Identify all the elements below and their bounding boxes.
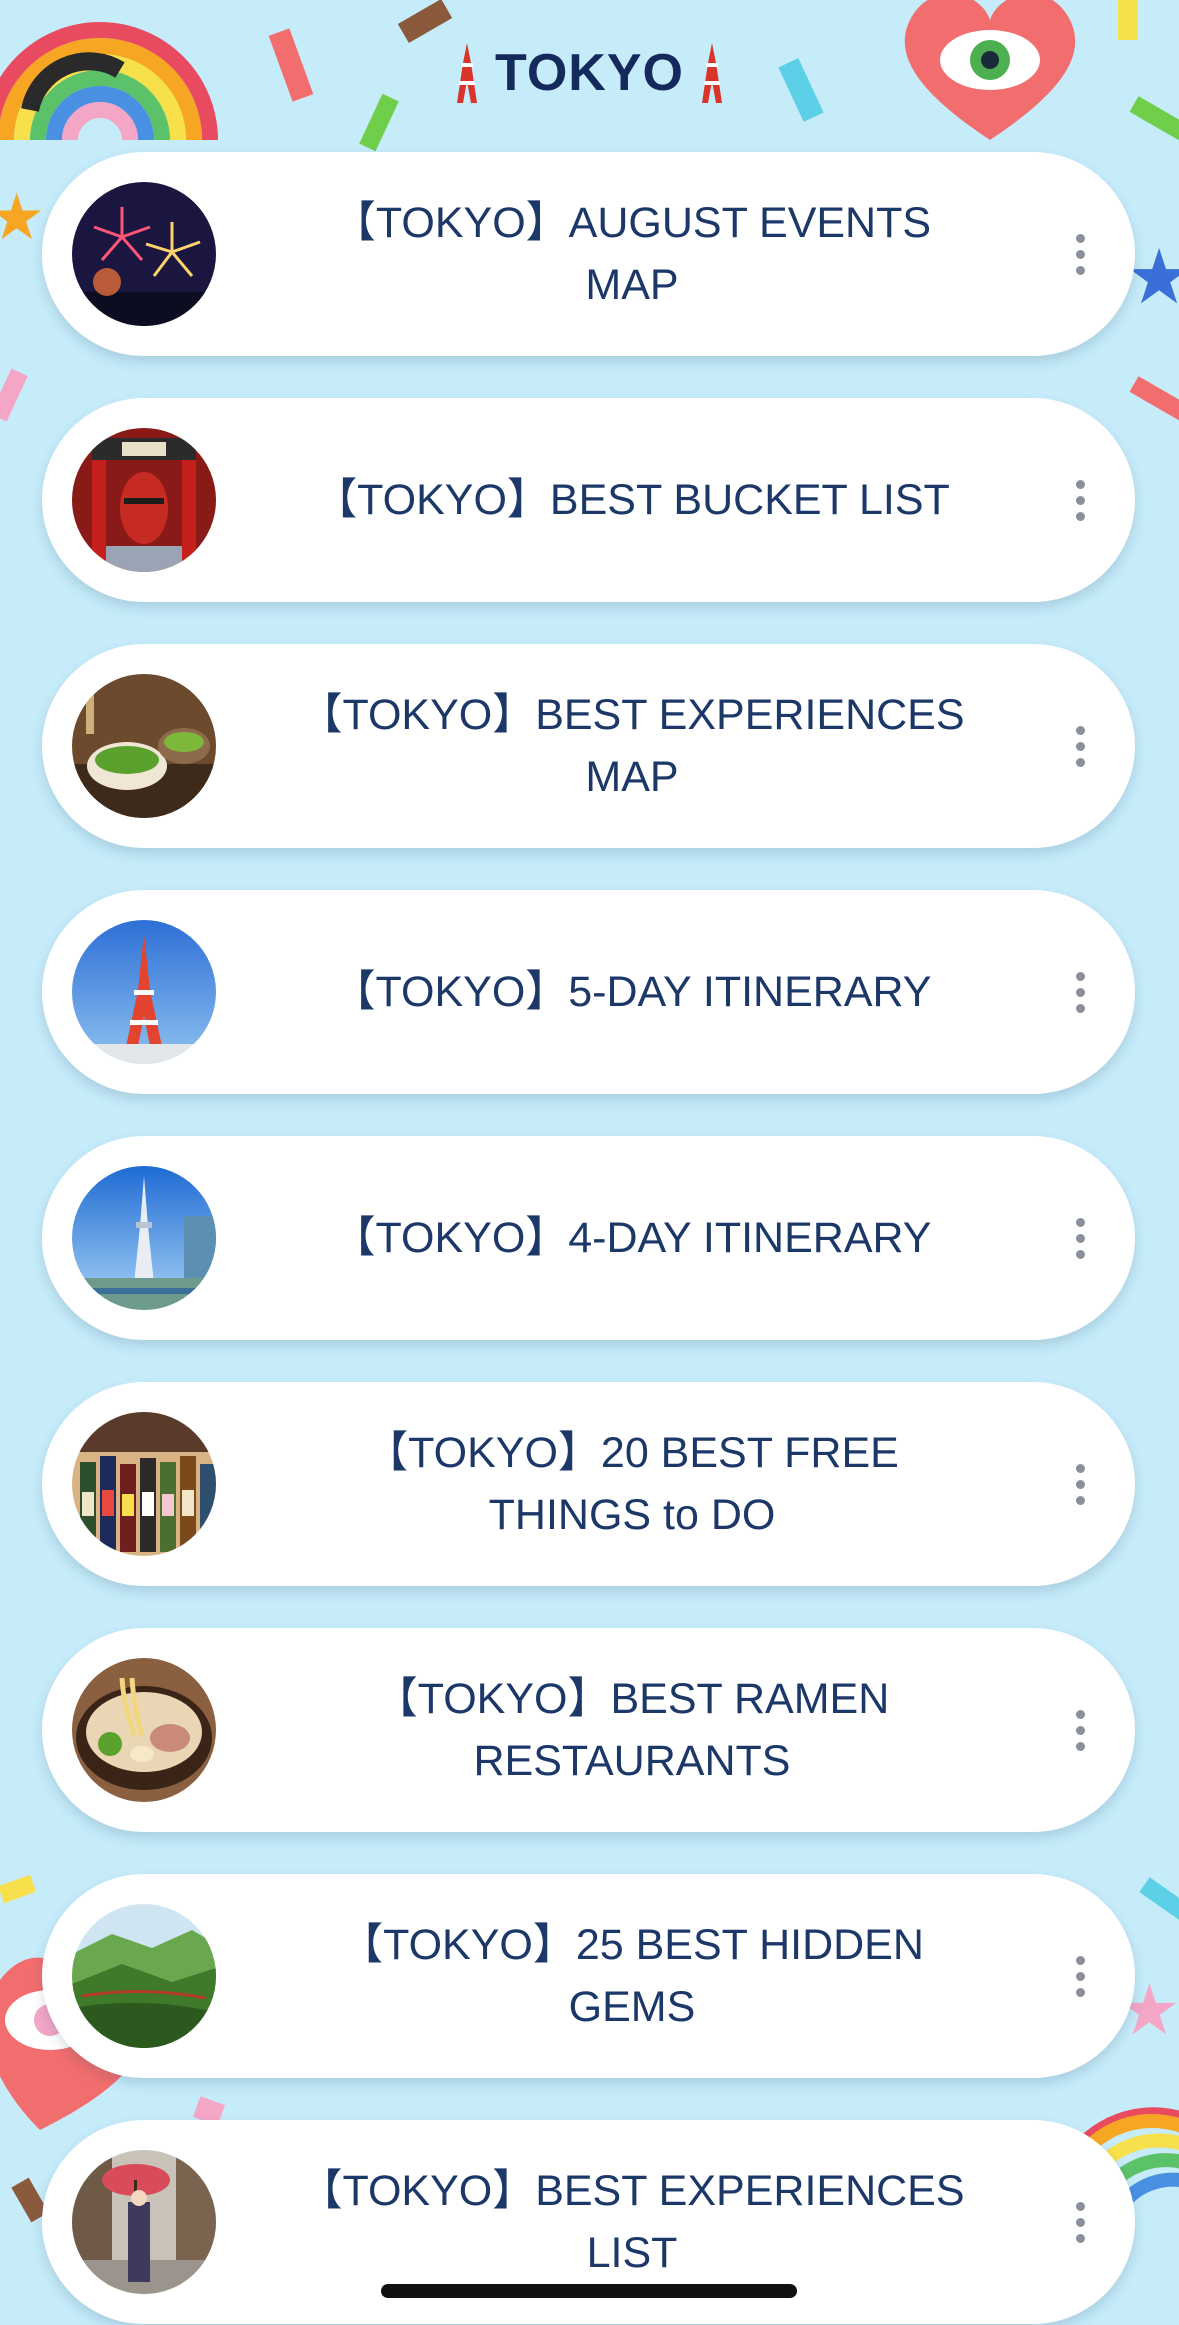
page-title: TOKYO xyxy=(495,44,684,102)
confetti-piece xyxy=(1129,376,1179,422)
more-options-icon[interactable] xyxy=(1065,470,1095,530)
tokyo-tower-thumbnail xyxy=(72,920,216,1064)
tokyo-tower-icon xyxy=(457,43,478,103)
more-options-icon[interactable] xyxy=(1065,1946,1095,2006)
link-card-20-best-free-things[interactable]: 【TOKYO】20 BEST FREE THINGS to DO xyxy=(42,1382,1135,1586)
more-options-icon[interactable] xyxy=(1065,962,1095,1022)
link-card-5-day-itinerary[interactable]: 【TOKYO】5-DAY ITINERARY xyxy=(42,890,1135,1094)
forest-valley-thumbnail xyxy=(72,1904,216,2048)
page-header: TOKYO xyxy=(0,28,1179,118)
link-card-25-best-hidden-gems[interactable]: 【TOKYO】25 BEST HIDDEN GEMS xyxy=(42,1874,1135,2078)
star-sticker: ★ xyxy=(0,181,46,253)
ramen-thumbnail xyxy=(72,1658,216,1802)
home-indicator[interactable] xyxy=(381,2284,797,2298)
link-card-best-bucket-list[interactable]: 【TOKYO】BEST BUCKET LIST xyxy=(42,398,1135,602)
link-card-label: 【TOKYO】20 BEST FREE THINGS to DO xyxy=(365,1429,899,1539)
more-options-icon[interactable] xyxy=(1065,2192,1095,2252)
kimono-street-thumbnail xyxy=(72,2150,216,2294)
more-options-icon[interactable] xyxy=(1065,1700,1095,1760)
more-options-icon[interactable] xyxy=(1065,224,1095,284)
link-card-label: 【TOKYO】AUGUST EVENTS MAP xyxy=(332,199,932,309)
link-card-label: 【TOKYO】BEST BUCKET LIST xyxy=(314,476,950,524)
link-card-label: 【TOKYO】4-DAY ITINERARY xyxy=(332,1214,932,1262)
confetti-piece xyxy=(0,368,28,422)
more-options-icon[interactable] xyxy=(1065,1208,1095,1268)
link-card-label: 【TOKYO】BEST RAMEN RESTAURANTS xyxy=(374,1675,890,1785)
link-card-best-experiences-map[interactable]: 【TOKYO】BEST EXPERIENCES MAP xyxy=(42,644,1135,848)
more-options-icon[interactable] xyxy=(1065,1454,1095,1514)
link-card-label: 【TOKYO】BEST EXPERIENCES MAP xyxy=(299,691,965,801)
link-card-august-events-map[interactable]: 【TOKYO】AUGUST EVENTS MAP xyxy=(42,152,1135,356)
link-card-label: 【TOKYO】5-DAY ITINERARY xyxy=(332,968,932,1016)
skytree-thumbnail xyxy=(72,1166,216,1310)
link-card-best-ramen-restaurants[interactable]: 【TOKYO】BEST RAMEN RESTAURANTS xyxy=(42,1628,1135,1832)
link-card-4-day-itinerary[interactable]: 【TOKYO】4-DAY ITINERARY xyxy=(42,1136,1135,1340)
more-options-icon[interactable] xyxy=(1065,716,1095,776)
temple-gate-thumbnail xyxy=(72,428,216,572)
tokyo-tower-icon xyxy=(701,43,722,103)
confetti-piece xyxy=(0,1874,37,1904)
fireworks-thumbnail xyxy=(72,182,216,326)
matcha-thumbnail xyxy=(72,674,216,818)
sake-bottles-thumbnail xyxy=(72,1412,216,1556)
confetti-piece xyxy=(1139,1877,1179,1921)
link-card-label: 【TOKYO】25 BEST HIDDEN GEMS xyxy=(340,1921,924,2031)
